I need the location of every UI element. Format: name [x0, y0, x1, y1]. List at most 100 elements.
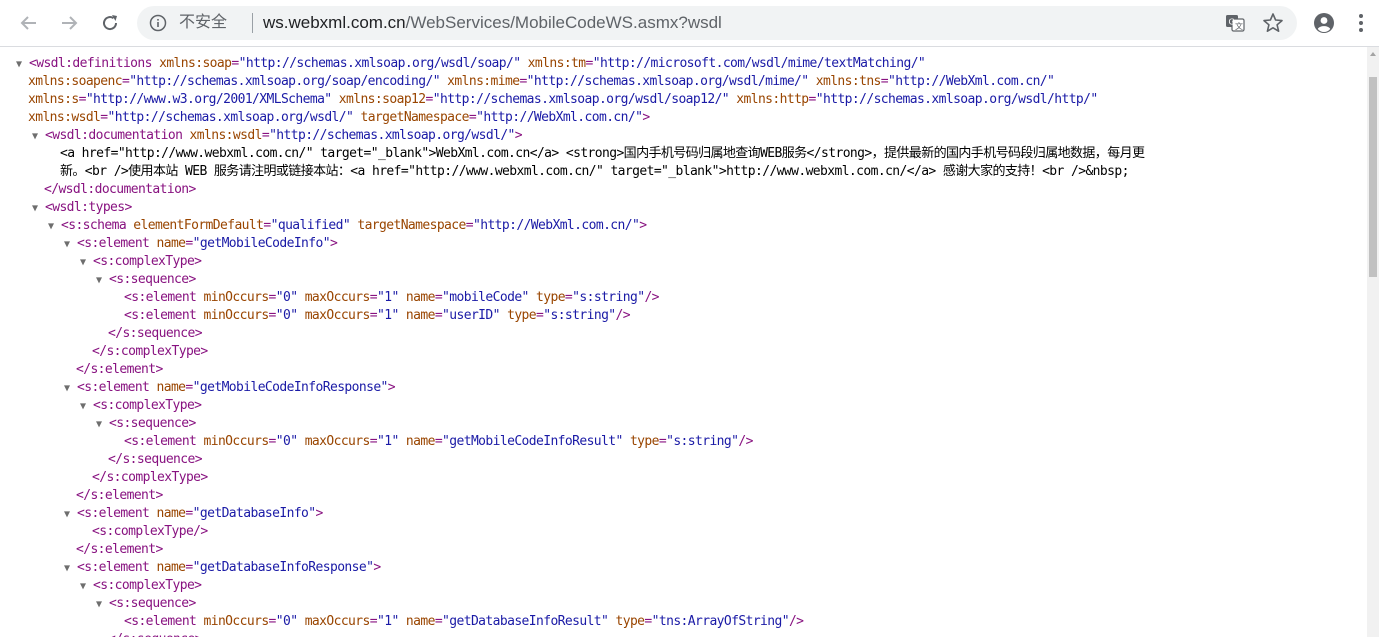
info-icon[interactable] — [149, 14, 167, 32]
xml-tag: /> — [788, 614, 804, 629]
collapse-toggle-icon[interactable]: ▼ — [16, 56, 29, 74]
xml-attr: name — [156, 236, 187, 251]
xml-line[interactable]: ▼ <s:element name="getMobileCodeInfoRespo… — [64, 379, 396, 398]
xml-tag: = — [808, 92, 817, 107]
collapse-toggle-icon[interactable]: ▼ — [64, 506, 77, 524]
xml-tag: /> — [615, 308, 631, 323]
xml-val: "getMobileCodeInfo" — [192, 236, 331, 251]
translate-icon[interactable]: G 文 — [1225, 13, 1245, 33]
xml-val: "http://schemas.xmlsoap.org/wsdl/http/" — [815, 92, 1098, 107]
collapse-toggle-icon[interactable]: ▼ — [48, 218, 61, 236]
xml-line[interactable]: ▼ <s:complexType> — [80, 397, 202, 416]
xml-tag: = — [261, 128, 270, 143]
forward-arrow-icon — [62, 16, 78, 30]
xml-line[interactable]: ▼ <s:sequence> — [96, 415, 196, 433]
collapse-toggle-icon[interactable]: ▼ — [96, 596, 109, 614]
xml-line[interactable]: ▼ <s:element name="getDatabaseInfoRespons… — [64, 559, 381, 577]
xml-line: <a href="http://www.webxml.com.cn/" targ… — [60, 145, 1145, 163]
collapse-toggle-icon[interactable]: ▼ — [64, 380, 77, 398]
profile-button[interactable] — [1309, 8, 1339, 38]
xml-tag: = — [268, 614, 277, 629]
xml-line[interactable]: ▼ <s:sequence> — [96, 595, 196, 613]
collapse-toggle-icon[interactable]: ▼ — [80, 578, 93, 596]
collapse-toggle-icon[interactable]: ▼ — [96, 272, 109, 290]
xml-attr: name — [398, 308, 436, 323]
xml-tag: > — [514, 128, 523, 143]
xml-tag: <s:complexType> — [93, 578, 202, 593]
xml-tag: = — [369, 290, 378, 305]
xml-attr: name — [398, 434, 436, 449]
xml-tag: </s:element> — [76, 488, 163, 503]
xml-tag: </s:sequence> — [108, 632, 203, 637]
collapse-toggle-icon[interactable]: ▼ — [32, 200, 45, 218]
address-bar[interactable]: 不安全 ws.webxml.com.cn/WebServices/MobileC… — [137, 6, 1297, 40]
xml-tag: = — [185, 506, 193, 521]
xml-line[interactable]: ▼ <s:schema elementFormDefault="qualified… — [48, 217, 647, 236]
xml-tag: = — [434, 614, 443, 629]
collapse-toggle-icon[interactable]: ▼ — [96, 416, 109, 434]
xml-attr: xmlns:soapenc — [28, 74, 123, 89]
xml-tag: = — [100, 110, 108, 125]
xml-tag: = — [185, 236, 193, 251]
xml-line: </s:element> — [76, 541, 163, 559]
xml-tag: <wsdl:types> — [45, 200, 132, 215]
xml-line[interactable]: ▼ <wsdl:documentation xmlns:wsdl="http://… — [32, 127, 523, 146]
xml-line[interactable]: ▼ <s:element name="getMobileCodeInfo"> — [64, 235, 338, 254]
collapse-toggle-icon[interactable]: ▼ — [80, 398, 93, 416]
xml-val: "getDatabaseInfo" — [192, 506, 316, 521]
xml-tag: = — [880, 74, 889, 89]
xml-line[interactable]: ▼ <s:complexType> — [80, 253, 202, 272]
reload-icon — [103, 15, 118, 31]
xml-tag: </s:sequence> — [108, 452, 203, 467]
menu-button[interactable] — [1350, 8, 1372, 38]
xml-line[interactable]: ▼ <s:complexType> — [80, 577, 202, 596]
xml-tag: = — [268, 308, 277, 323]
more-vert-icon — [1359, 14, 1363, 32]
xml-val: "http://schemas.xmlsoap.org/wsdl/soap12/… — [432, 92, 730, 107]
star-icon[interactable] — [1262, 12, 1284, 34]
xml-tag: = — [268, 434, 277, 449]
security-status[interactable]: 不安全 — [179, 14, 227, 32]
xml-attr: xmlns:mime — [439, 74, 520, 89]
xml-line: </s:sequence> — [108, 325, 203, 343]
collapse-toggle-icon[interactable]: ▼ — [80, 254, 93, 272]
xml-attr: targetNamespace — [353, 110, 469, 125]
xml-tag: = — [585, 56, 594, 71]
back-button[interactable] — [14, 8, 44, 38]
address-divider — [252, 13, 253, 33]
scroll-up-arrow-icon[interactable] — [1367, 47, 1379, 61]
xml-attr: type — [528, 290, 566, 305]
xml-val: "1" — [376, 290, 399, 305]
xml-tag: <wsdl:documentation — [45, 128, 190, 143]
xml-val: "tns:ArrayOfString" — [651, 614, 790, 629]
collapse-toggle-icon[interactable]: ▼ — [64, 560, 77, 578]
xml-line: xmlns:wsdl="http://schemas.xmlsoap.org/w… — [28, 109, 650, 127]
collapse-toggle-icon[interactable]: ▼ — [64, 236, 77, 254]
xml-line: <s:element minOccurs="0" maxOccurs="1" n… — [124, 433, 753, 451]
xml-text: <a href="http://www.webxml.com.cn/" targ… — [60, 146, 1145, 161]
xml-line[interactable]: ▼ <s:element name="getDatabaseInfo"> — [64, 505, 323, 523]
xml-tag: /> — [644, 290, 659, 305]
scrollbar-thumb[interactable] — [1369, 77, 1377, 277]
url-text[interactable]: ws.webxml.com.cn/WebServices/MobileCodeW… — [263, 13, 722, 33]
forward-button[interactable] — [54, 8, 84, 38]
xml-line: xmlns:soapenc = "http://schemas.xmlsoap.or… — [28, 73, 1055, 91]
collapse-toggle-icon[interactable]: ▼ — [32, 128, 45, 146]
xml-line: </s:complexType> — [92, 343, 208, 361]
xml-line[interactable]: ▼ <s:sequence> — [96, 271, 196, 289]
xml-attr: targetNamespace — [350, 218, 466, 233]
xml-val: "http://schemas.xmlsoap.org/soap/encodin… — [129, 74, 440, 89]
xml-tag: /> — [738, 434, 753, 449]
xml-tag: = — [425, 92, 434, 107]
xml-attr: xmlns:wsdl — [28, 110, 101, 125]
xml-tag: = — [519, 74, 527, 89]
vertical-scrollbar[interactable] — [1367, 47, 1379, 637]
xml-line[interactable]: ▼ <wsdl:types> — [32, 199, 132, 217]
xml-val: "mobileCode" — [442, 290, 529, 305]
reload-button[interactable] — [95, 8, 125, 38]
xml-line[interactable]: ▼ <wsdl:definitions xmlns:soap="http://sc… — [16, 55, 926, 74]
xml-tag: <s:element — [124, 290, 204, 305]
xml-tag: <s:element — [77, 506, 157, 521]
xml-attr: maxOccurs — [297, 290, 371, 305]
xml-tag: <s:element — [124, 434, 204, 449]
